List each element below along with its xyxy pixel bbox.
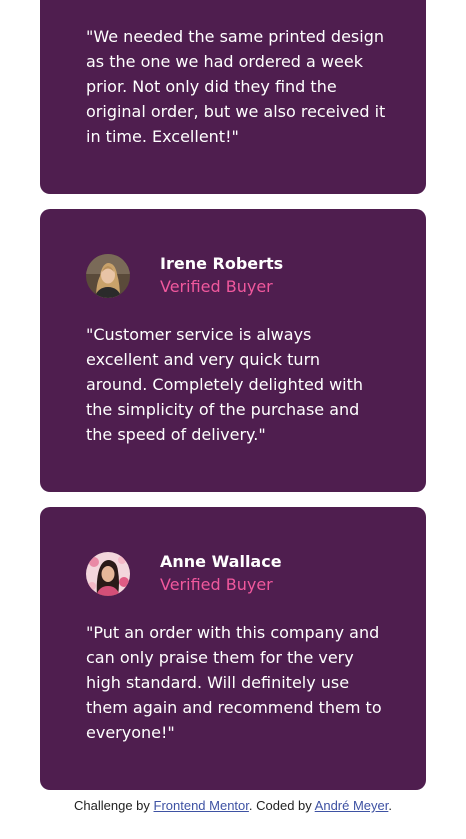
- testimonial-card: "We needed the same printed design as th…: [40, 0, 426, 194]
- attribution-middle: . Coded by: [248, 798, 315, 813]
- attribution-prefix: Challenge by: [74, 798, 154, 813]
- reviewer-name: Irene Roberts: [160, 254, 284, 273]
- avatar: [86, 552, 130, 596]
- testimonial-quote: "Put an order with this company and can …: [86, 623, 382, 742]
- frontend-mentor-link[interactable]: Frontend Mentor: [154, 798, 249, 813]
- testimonial-card: Irene Roberts Verified Buyer "Customer s…: [40, 209, 426, 492]
- attribution-suffix: .: [388, 798, 392, 813]
- reviewer-name: Anne Wallace: [160, 552, 282, 571]
- attribution-footer: Challenge by Frontend Mentor. Coded by A…: [0, 796, 466, 816]
- avatar: [86, 254, 130, 298]
- author-link[interactable]: André Meyer: [315, 798, 389, 813]
- testimonial-quote: "Customer service is always excellent an…: [86, 325, 364, 444]
- verified-buyer-label: Verified Buyer: [160, 575, 273, 594]
- testimonial-card: Anne Wallace Verified Buyer "Put an orde…: [40, 507, 426, 790]
- verified-buyer-label: Verified Buyer: [160, 277, 273, 296]
- testimonial-quote: "We needed the same printed design as th…: [86, 27, 386, 146]
